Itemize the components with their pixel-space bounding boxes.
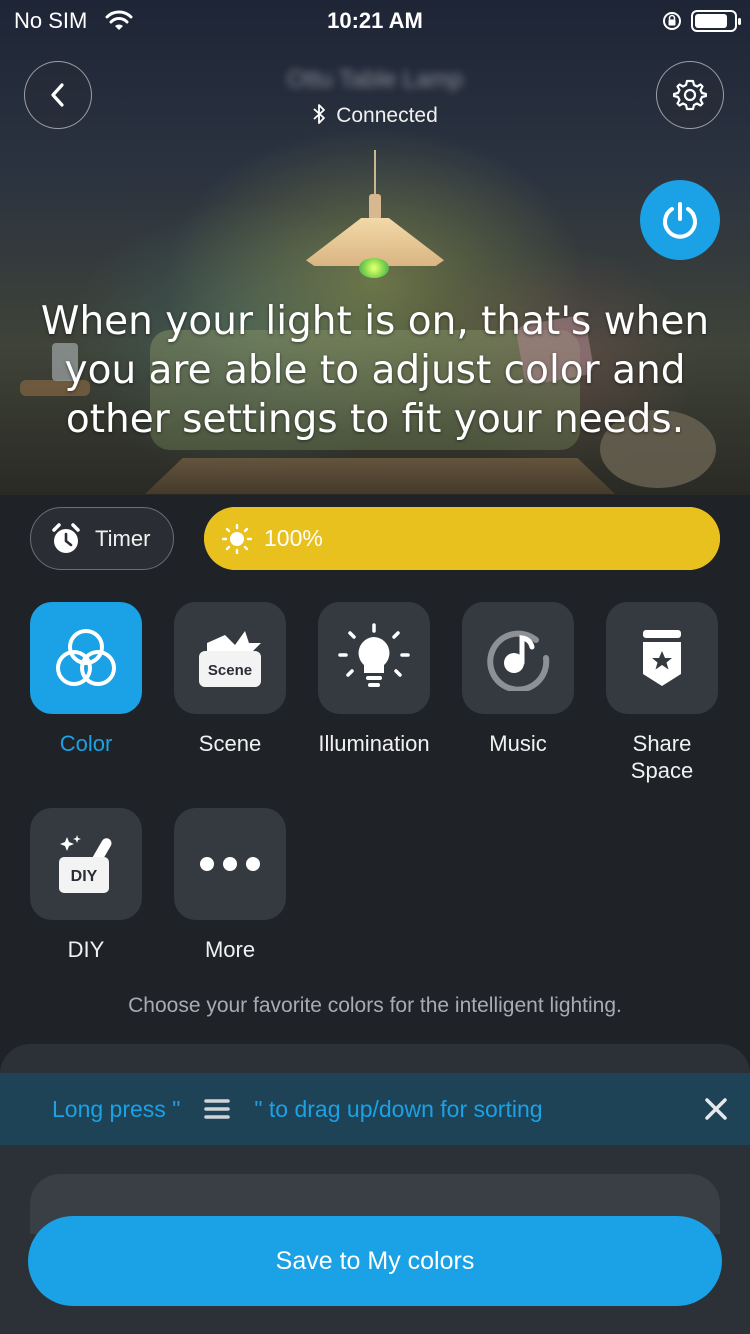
sun-icon [222, 523, 252, 554]
sorting-tip-bar: Long press " " to drag up/down for sorti… [0, 1073, 750, 1145]
gear-icon [673, 79, 707, 111]
tip-text-after: " to drag up/down for sorting [254, 1095, 543, 1122]
feature-label: Scene [198, 731, 262, 756]
feature-more[interactable]: More [168, 808, 292, 963]
feature-share-space[interactable]: Share Space [600, 602, 724, 784]
music-icon [487, 630, 550, 691]
feature-diy[interactable]: DIY DIY [24, 808, 148, 963]
feature-label: Color [59, 731, 113, 756]
feature-label: Music [489, 731, 547, 756]
feature-scene[interactable]: Scene Scene [168, 602, 292, 757]
share-space-icon [643, 630, 681, 686]
timer-label: Timer [95, 525, 151, 551]
more-tile[interactable] [174, 808, 286, 920]
drag-handle-icon [204, 1099, 231, 1119]
tip-text-before: Long press " [52, 1095, 181, 1122]
share-space-tile[interactable] [606, 602, 718, 714]
light-off-message: When your light is on, that's when you a… [40, 299, 710, 442]
color-hint: Choose your favorite colors for the inte… [128, 994, 622, 1017]
bluetooth-icon [313, 104, 326, 124]
status-bar: No SIM 10:21 AM [0, 0, 750, 40]
feature-illumination[interactable]: Illumination [312, 602, 436, 757]
scene-icon-text: Scene [208, 662, 252, 679]
device-name: Ottu Table Lamp [287, 66, 463, 93]
lamp-bulb [359, 258, 389, 278]
feature-label: More [204, 937, 256, 962]
music-tile[interactable] [462, 602, 574, 714]
diy-icon-text: DIY [71, 868, 98, 885]
brightness-label: 100% [264, 525, 323, 551]
timer-button[interactable]: Timer [30, 507, 174, 570]
bulb-icon [338, 623, 410, 687]
battery-icon [691, 10, 741, 32]
diy-icon: DIY [59, 835, 112, 893]
power-button[interactable] [640, 180, 720, 260]
lamp-cord [374, 150, 376, 196]
more-icon [200, 857, 260, 871]
power-icon [663, 202, 697, 239]
diy-tile[interactable]: DIY [30, 808, 142, 920]
scene-tile[interactable]: Scene [174, 602, 286, 714]
save-to-my-colors-button[interactable]: Save to My colors [28, 1216, 722, 1306]
color-rings-icon [56, 629, 116, 686]
feature-music[interactable]: Music [456, 602, 580, 757]
color-tile[interactable] [30, 602, 142, 714]
feature-label: Share Space [630, 731, 694, 783]
connection-status-label: Connected [336, 104, 438, 127]
settings-button[interactable] [656, 61, 724, 129]
lamp-neck [369, 194, 381, 220]
feature-color[interactable]: Color [24, 602, 148, 757]
rotation-lock-icon [663, 12, 681, 30]
feature-label: DIY [67, 937, 105, 962]
brightness-slider[interactable]: 100% [204, 507, 720, 570]
scene-icon: Scene [199, 631, 261, 687]
illumination-tile[interactable] [318, 602, 430, 714]
feature-label: Illumination [318, 731, 430, 756]
clock: 10:21 AM [327, 8, 423, 33]
close-icon[interactable] [703, 1096, 729, 1122]
connection-status: Connected [0, 103, 750, 128]
alarm-clock-icon [52, 522, 80, 553]
room-rug [145, 458, 615, 494]
